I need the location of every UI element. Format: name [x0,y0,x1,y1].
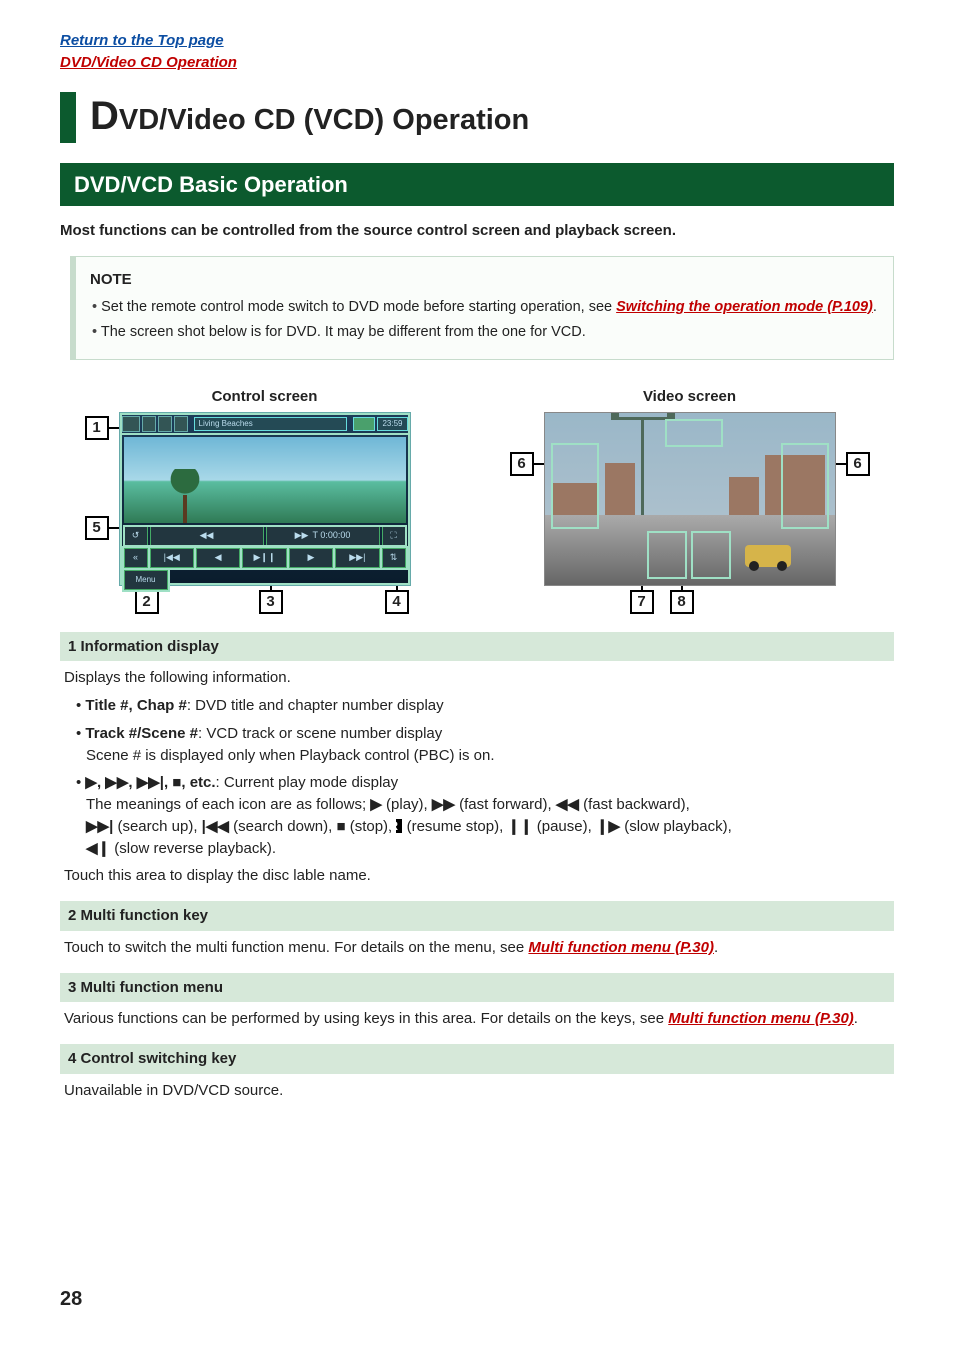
item-1-touch: Touch this area to display the disc labl… [64,865,890,887]
item-2: 2 Multi function key Touch to switch the… [60,901,894,959]
slow-playback-icon: ❙▶ [596,818,620,835]
next-track-button: ▶▶| [335,548,379,568]
callout-6-right: 6 [846,452,870,476]
callout-2: 2 [135,590,159,614]
callout-8: 8 [670,590,694,614]
forward-button: ▶ [289,548,333,568]
page-title-initial: D [90,94,119,138]
note-title: NOTE [90,269,879,291]
item-1-bullet-playmode: ▶, ▶▶, ▶▶|, ■, etc.: Current play mode d… [76,772,890,859]
item-3-body: Various functions can be performed by us… [64,1008,890,1030]
page-title: DVD/Video CD (VCD) Operation [60,92,894,143]
fast-forward-icon: ▶▶ [432,796,455,813]
stop-icon: ■ [336,818,345,835]
screenshots-row: Control screen 1 5 2 3 4 Living Beaches [60,378,894,632]
note-link-operation-mode[interactable]: Switching the operation mode (P.109) [616,299,873,315]
clock-display: 23:59 [377,417,407,431]
search-up-icon: ▶▶| [86,818,113,835]
page-number: 28 [60,1285,82,1314]
video-screen-label: Video screen [485,386,894,408]
section-heading: DVD/VCD Basic Operation [60,163,894,207]
item-1-head: 1 Information display [60,632,894,662]
playmode-indicator: ▶▶ T 0:00:00 [266,526,380,546]
pause-icon: ❙❙ [507,818,532,835]
item-1-bullet-track: Track #/Scene #: VCD track or scene numb… [76,723,890,767]
multi-function-menu-link-2[interactable]: Multi function menu (P.30) [668,1010,854,1027]
search-down-icon: |◀◀ [202,818,229,835]
multi-function-key: « [124,548,148,568]
item-3: 3 Multi function menu Various functions … [60,973,894,1031]
item-4: 4 Control switching key Unavailable in D… [60,1044,894,1102]
info-display-area: Living Beaches 23:59 [122,415,408,433]
expand-icon: ⛶ [382,526,406,546]
play-pause-button: ▶❙❙ [242,548,286,568]
disc-label: Living Beaches [194,417,348,431]
item-2-body: Touch to switch the multi function menu.… [64,937,890,959]
control-screen-mock: Living Beaches 23:59 ↺ ◀◀ ▶▶ T 0:00:00 ⛶… [119,412,411,586]
rewind-button: ◀ [196,548,240,568]
control-screen-figure: 1 5 2 3 4 Living Beaches 23:59 [85,412,445,612]
section-nav-link[interactable]: DVD/Video CD Operation [60,52,894,74]
callout-3: 3 [259,590,283,614]
note-bullet-1: Set the remote control mode switch to DV… [92,297,879,318]
touch-zone-bottom-a [647,531,687,579]
touch-zone-bottom-b [691,531,731,579]
item-4-head: 4 Control switching key [60,1044,894,1074]
item-1: 1 Information display Displays the follo… [60,632,894,888]
play-icon: ▶ [370,796,382,813]
control-switching-key: ⇅ [382,548,406,568]
prev-track-button: |◀◀ [150,548,194,568]
video-preview [124,437,406,523]
item-1-intro: Displays the following information. [64,667,890,689]
intro-text: Most functions can be controlled from th… [60,220,894,242]
callout-5: 5 [85,516,109,540]
rewind-indicator: ◀◀ [150,526,264,546]
fast-backward-icon: ◀◀ [556,796,579,813]
item-1-bullet-title: Title #, Chap #: DVD title and chapter n… [76,695,890,717]
note-bullet-2: The screen shot below is for DVD. It may… [92,322,879,343]
video-screen-mock [544,412,836,586]
item-2-head: 2 Multi function key [60,901,894,931]
callout-6-left: 6 [510,452,534,476]
multi-function-menu-link-1[interactable]: Multi function menu (P.30) [528,939,714,956]
touch-zone-right [781,443,829,529]
status-chip [353,417,375,431]
touch-zone-left [551,443,599,529]
page-title-rest: VD/Video CD (VCD) Operation [119,104,529,136]
control-screen-label: Control screen [60,386,469,408]
callout-1: 1 [85,416,109,440]
slow-reverse-icon: ◀❙ [86,840,110,857]
video-screen-figure: 6 6 7 8 [510,412,870,612]
header-links: Return to the Top page DVD/Video CD Oper… [60,30,894,74]
callout-4: 4 [385,590,409,614]
touch-zone-top [665,419,723,447]
note-box: NOTE Set the remote control mode switch … [70,256,894,360]
callout-7: 7 [630,590,654,614]
return-top-link[interactable]: Return to the Top page [60,30,894,52]
loop-icon: ↺ [124,526,148,546]
item-3-head: 3 Multi function menu [60,973,894,1003]
item-4-body: Unavailable in DVD/VCD source. [64,1080,890,1102]
menu-button: Menu [124,570,168,590]
